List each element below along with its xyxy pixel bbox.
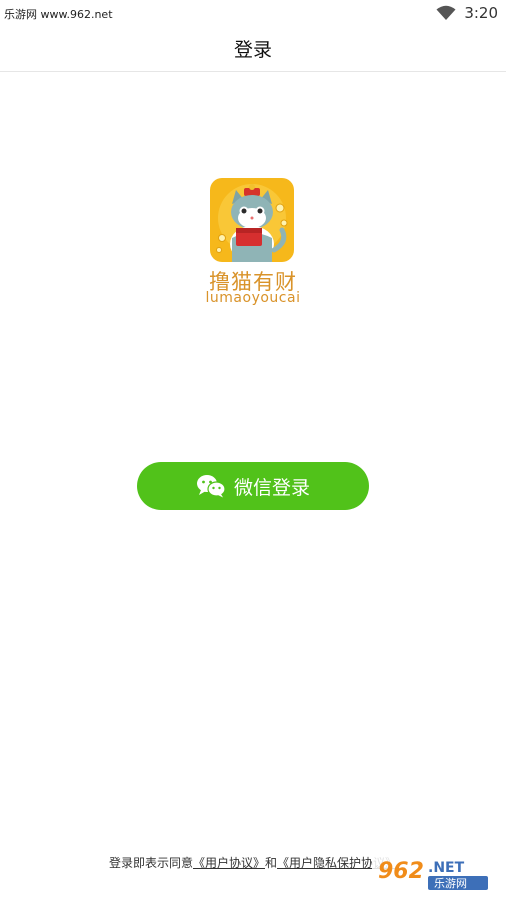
status-icons: 3:20 <box>436 2 498 24</box>
watermark-text: 乐游网 www.962.net <box>4 8 113 21</box>
user-agreement-link[interactable]: 《用户协议》 <box>193 856 265 870</box>
title-bar: 登录 <box>0 26 506 72</box>
watermark-badge: 962 .NET 乐游网 <box>372 854 500 894</box>
wechat-icon <box>196 474 226 498</box>
wechat-login-button[interactable]: 微信登录 <box>137 462 369 510</box>
wifi-icon <box>436 5 456 21</box>
agreement-conjunction: 和 <box>265 856 278 870</box>
agreement-prefix: 登录即表示同意 <box>108 856 193 870</box>
status-time: 3:20 <box>464 4 498 22</box>
watermark-tld: .NET <box>428 860 465 876</box>
page-title: 登录 <box>233 39 272 61</box>
status-bar: 乐游网 www.962.net 3:20 <box>0 0 506 26</box>
wechat-login-label: 微信登录 <box>233 476 310 499</box>
watermark-number: 962 <box>378 859 424 884</box>
brand-subtitle: lumaoyoucai <box>205 290 301 306</box>
app-logo <box>210 178 294 262</box>
watermark-name: 乐游网 <box>434 877 467 890</box>
